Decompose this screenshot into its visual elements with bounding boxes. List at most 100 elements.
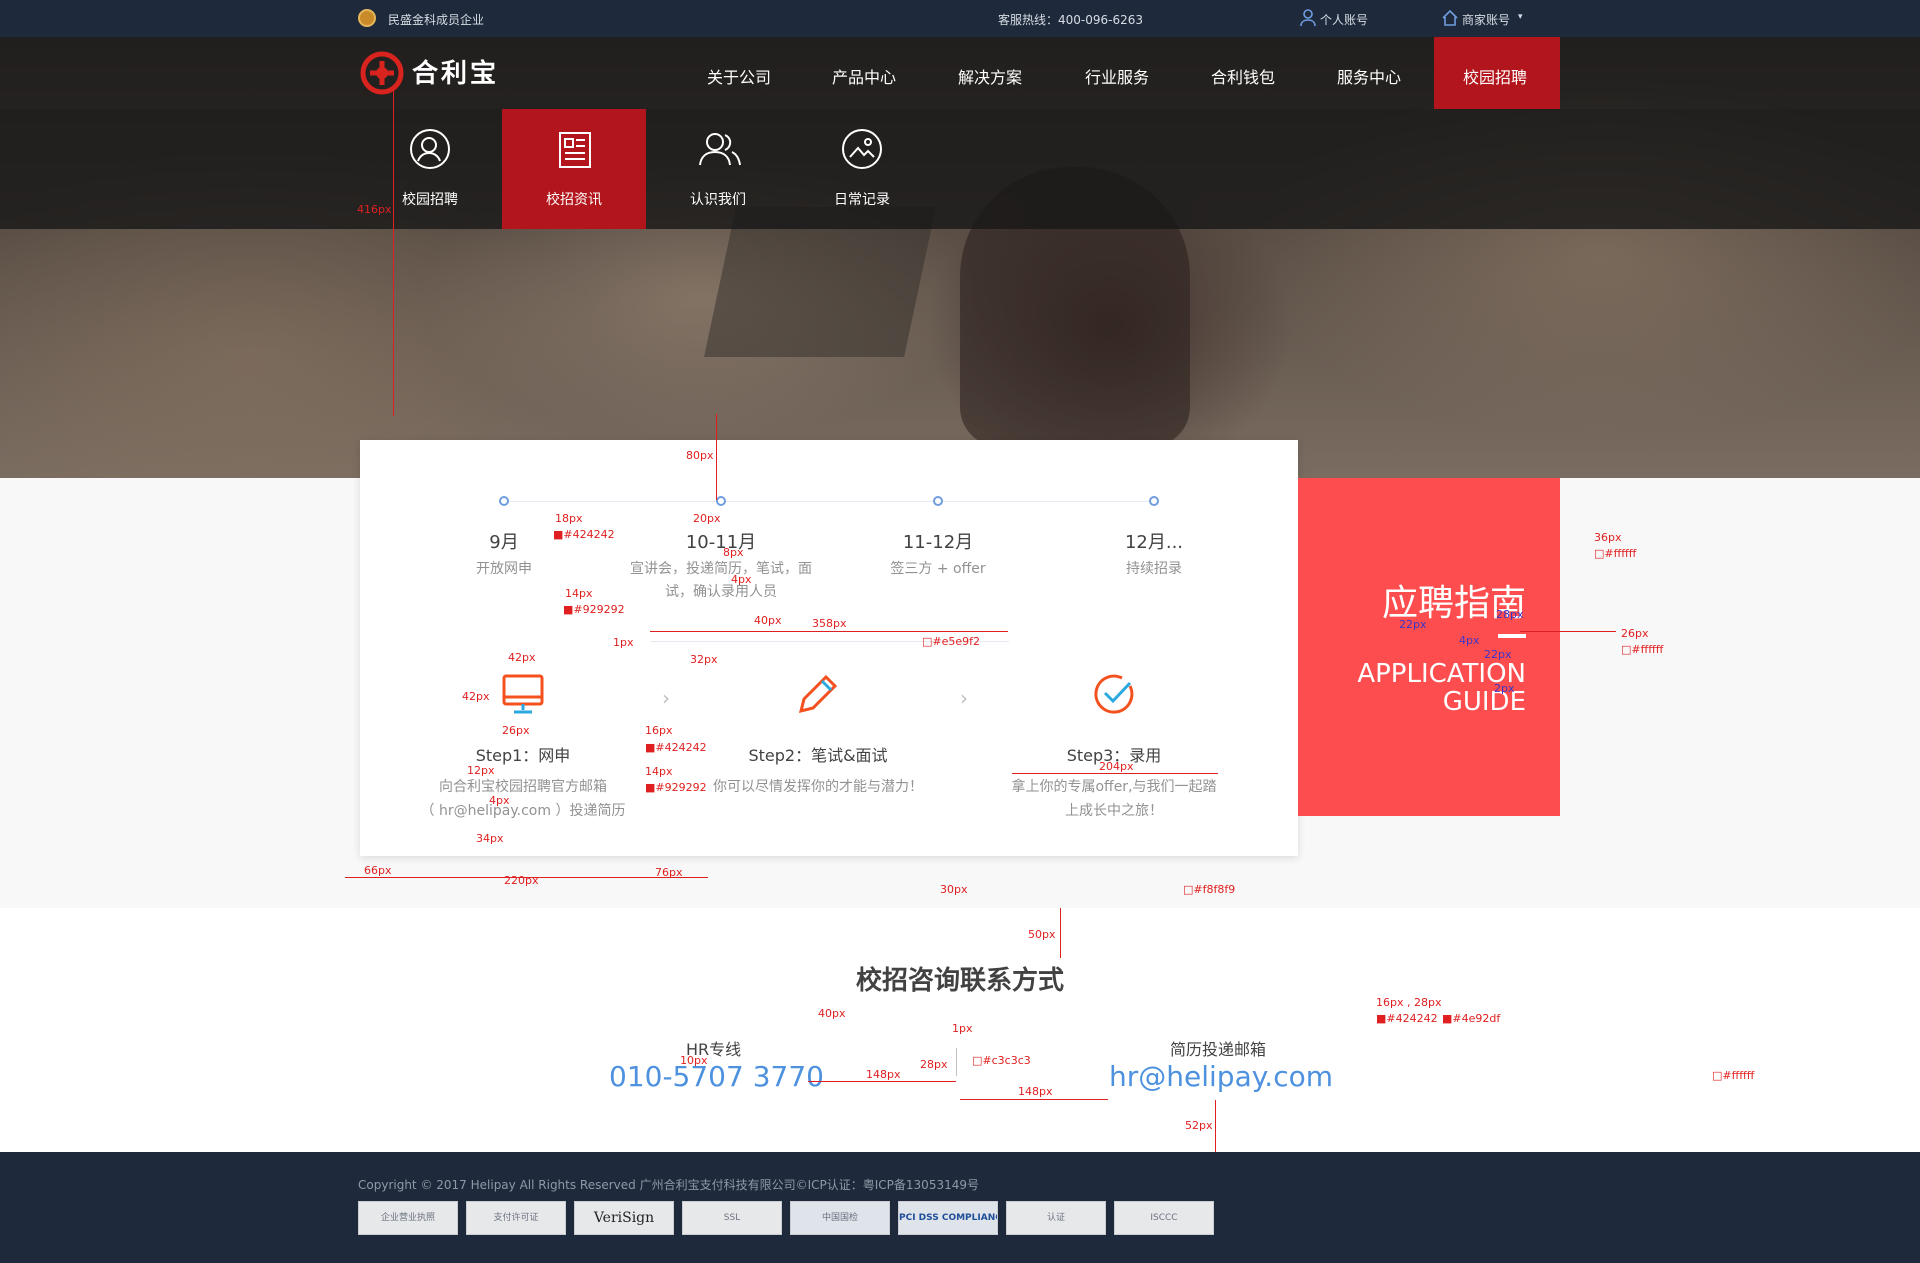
ssl-badge[interactable]: SSL (682, 1201, 782, 1235)
email-label: 简历投递邮箱 (1170, 1040, 1267, 1059)
annotation-label: ■#929292 (645, 781, 707, 794)
timeline-dot (499, 496, 509, 506)
annotation-label: 20px (693, 512, 721, 525)
pencil-icon (796, 672, 840, 720)
timeline-desc: 签三方 + offer (890, 561, 986, 577)
email-link[interactable]: hr@helipay.com (1109, 1060, 1333, 1093)
annotation-label: 26px (502, 724, 530, 737)
nav-item-solutions[interactable]: 解决方案 (958, 64, 1022, 88)
application-guide-panel[interactable]: 应聘指南 APPLICATION GUIDE (1298, 478, 1560, 816)
logo-text[interactable]: 合利宝 (412, 53, 499, 90)
step-desc-line: 你可以尽情发挥你的才能与潜力！ (713, 779, 923, 795)
subnav-label: 校招资讯 (546, 192, 602, 208)
annotation-label: □#ffffff (1712, 1069, 1755, 1082)
nav-item-service[interactable]: 服务中心 (1337, 64, 1401, 88)
verisign-badge[interactable]: VeriSign (574, 1201, 674, 1235)
subnav-item-daily[interactable]: 日常记录 (790, 109, 934, 229)
timeline-dot (933, 496, 943, 506)
annotation-line (345, 877, 708, 878)
seal-badge[interactable]: 认证 (1006, 1201, 1106, 1235)
annotation-label: 8px (723, 546, 744, 559)
timeline-title: 11-12月 (902, 532, 974, 553)
annotation-line (1012, 773, 1218, 774)
user-icon (1300, 9, 1316, 30)
nav-item-about[interactable]: 关于公司 (707, 64, 771, 88)
annotation-label: 30px (940, 883, 968, 896)
annotation-label: 66px (364, 864, 392, 877)
annotation-label: 22px (1399, 618, 1427, 631)
subnav-label: 认识我们 (690, 192, 746, 208)
annotation-label: 16px , 28px (1376, 996, 1442, 1009)
subnav-item-about-us[interactable]: 认识我们 (646, 109, 790, 229)
annotation-label: 16px (645, 724, 673, 737)
annotation-label: 358px (812, 617, 847, 630)
annotation-label: 148px (866, 1068, 901, 1081)
annotation-line (808, 1081, 956, 1082)
annotation-label: ■#424242 (645, 741, 707, 754)
annotation-label: 1px (952, 1022, 973, 1035)
contact-separator (956, 1048, 957, 1076)
annotation-label: 42px (508, 651, 536, 664)
annotation-line (650, 631, 1008, 632)
home-icon (1441, 9, 1459, 30)
step-desc: 拿上你的专属offer,与我们一起踏 上成长中之旅！ (974, 775, 1254, 823)
annotation-label: 40px (818, 1007, 846, 1020)
step-desc: 你可以尽情发挥你的才能与潜力！ (678, 775, 958, 799)
step-title: Step1：网申 (475, 746, 571, 765)
nav-item-wallet[interactable]: 合利钱包 (1211, 64, 1275, 88)
team-icon (699, 133, 741, 166)
annotation-line (1520, 631, 1616, 632)
step-desc: 向合利宝校园招聘官方邮箱 （ hr@helipay.com ）投递简历 (383, 775, 663, 823)
annotation-label: 36px (1594, 531, 1622, 544)
person-search-icon (410, 129, 450, 169)
nav-item-industry[interactable]: 行业服务 (1085, 64, 1149, 88)
annotation-label: □#f8f8f9 (1183, 883, 1236, 896)
annotation-label: 42px (462, 690, 490, 703)
copyright: Copyright © 2017 Helipay All Rights Rese… (358, 1178, 979, 1192)
subnav-item-news[interactable]: 校招资讯 (502, 109, 646, 229)
license-badge[interactable]: 企业营业执照 (358, 1201, 458, 1235)
sub-nav: 校园招聘 校招资讯 认识我们 日常记录 (0, 109, 1920, 229)
timeline-dot (1149, 496, 1159, 506)
nav-item-products[interactable]: 产品中心 (832, 64, 896, 88)
annotation-label: 14px (565, 587, 593, 600)
main-nav: 合利宝 关于公司 产品中心 解决方案 行业服务 合利钱包 服务中心 校园招聘 (0, 37, 1920, 109)
hr-phone[interactable]: 010-5707 3770 (609, 1060, 824, 1093)
annotation-line (960, 1099, 1108, 1100)
nav-item-campus[interactable]: 校园招聘 (1463, 64, 1527, 88)
annotation-label: 28px (920, 1058, 948, 1071)
annotation-label: 52px (1185, 1119, 1213, 1132)
timeline-title: 10-11月 (685, 532, 757, 553)
member-badge-icon (358, 9, 376, 27)
guide-underline (1498, 634, 1526, 638)
annotation-label: 4px (1459, 634, 1480, 647)
annotation-label: 4px (731, 573, 752, 586)
annotation-label: □#c3c3c3 (972, 1054, 1031, 1067)
annotation-label: 2px (1494, 682, 1515, 695)
personal-account-link[interactable]: 个人账号 (1320, 11, 1368, 28)
annotation-line (716, 414, 717, 500)
annotation-label: ■#424242 (1376, 1012, 1438, 1025)
hero-monitor (704, 207, 936, 357)
timeline-desc: 持续招录 (1126, 561, 1182, 577)
pci-badge[interactable]: PCI DSS COMPLIANCE (898, 1201, 998, 1235)
logo-icon[interactable] (360, 51, 404, 99)
step-title: Step2：笔试&面试 (748, 746, 888, 765)
annotation-label: 22px (1484, 648, 1512, 661)
annotation-label: 80px (686, 449, 714, 462)
annotation-label: 10px (680, 1054, 708, 1067)
annotation-label: ■#424242 (553, 528, 615, 541)
annotation-label: 148px (1018, 1085, 1053, 1098)
isccc-badge[interactable]: ISCCC (1114, 1201, 1214, 1235)
merchant-account-link[interactable]: 商家账号 (1462, 11, 1510, 28)
annotation-label: 14px (645, 765, 673, 778)
payment-license-badge[interactable]: 支付许可证 (466, 1201, 566, 1235)
monitor-icon (501, 672, 545, 720)
annotation-label: 12px (467, 764, 495, 777)
step-desc-line: 拿上你的专属offer,与我们一起踏 (1011, 779, 1217, 795)
hotline: 客服热线：400-096-6263 (998, 13, 1144, 27)
chevron-right-icon: › (662, 686, 670, 710)
news-list-icon (559, 132, 591, 168)
cert-badge[interactable]: 中国国检 (790, 1201, 890, 1235)
annotation-line (393, 88, 394, 416)
